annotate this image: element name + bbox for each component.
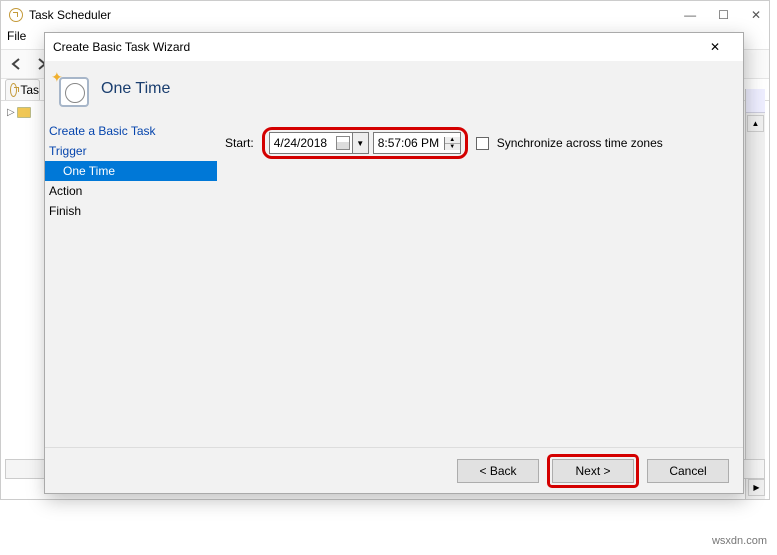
cancel-button[interactable]: Cancel (647, 459, 729, 483)
clock-icon (59, 77, 89, 107)
actions-pane-header (746, 89, 765, 113)
wizard-icon: ✦ (53, 71, 89, 107)
wizard-heading: One Time (101, 80, 170, 98)
sync-checkbox[interactable] (476, 137, 489, 150)
time-input[interactable] (374, 134, 444, 152)
main-window-titlebar: Task Scheduler — ☐ ✕ (1, 1, 769, 29)
wizard-nav: Create a Basic Task Trigger One Time Act… (45, 117, 217, 447)
tree-item-library[interactable]: ▷ (7, 107, 47, 118)
date-picker[interactable]: ▼ (269, 132, 369, 154)
sync-label: Synchronize across time zones (497, 136, 663, 150)
wizard-close-button[interactable]: ✕ (695, 40, 735, 54)
triangle-up-icon: ▲ (752, 119, 760, 128)
date-dropdown-button[interactable]: ▼ (352, 133, 368, 153)
calendar-icon (336, 136, 350, 150)
tab-label: Tas (20, 83, 39, 97)
wizard-header: ✦ One Time (45, 61, 743, 117)
wizard-dialog: Create Basic Task Wizard ✕ ✦ One Time Cr… (44, 32, 744, 494)
start-label: Start: (225, 136, 254, 150)
triangle-right-icon: ▶ (753, 483, 759, 492)
wizard-title-text: Create Basic Task Wizard (53, 40, 190, 54)
tab-task-scheduler[interactable]: Tas (5, 79, 40, 100)
next-button[interactable]: Next > (552, 459, 634, 483)
date-input[interactable] (270, 134, 334, 152)
time-picker[interactable]: ▲ ▼ (373, 132, 461, 154)
nav-one-time[interactable]: One Time (45, 161, 217, 181)
scroll-up-button[interactable]: ▲ (747, 115, 764, 132)
spin-up-icon[interactable]: ▲ (445, 137, 460, 144)
time-spinner[interactable]: ▲ ▼ (444, 137, 460, 150)
scroll-right-button[interactable]: ▶ (748, 479, 765, 496)
start-row: Start: ▼ ▲ ▼ S (225, 127, 735, 159)
folder-icon (17, 107, 31, 118)
nav-finish: Finish (45, 201, 217, 221)
main-window-title: Task Scheduler (29, 8, 111, 22)
wizard-titlebar: Create Basic Task Wizard ✕ (45, 33, 743, 61)
nav-back-icon[interactable] (7, 54, 27, 74)
wizard-body: Create a Basic Task Trigger One Time Act… (45, 117, 743, 447)
wizard-footer: < Back Next > Cancel (45, 447, 743, 493)
minimize-icon[interactable]: — (684, 8, 696, 22)
nav-action: Action (45, 181, 217, 201)
highlight-next: Next > (547, 454, 639, 488)
watermark: wsxdn.com (712, 535, 767, 547)
back-button[interactable]: < Back (457, 459, 539, 483)
spin-down-icon[interactable]: ▼ (445, 144, 460, 150)
app-icon (9, 8, 23, 22)
tree-caret-icon: ▷ (7, 107, 15, 118)
clock-icon (10, 83, 17, 97)
tree-view: ▷ (7, 107, 47, 118)
wizard-content: Start: ▼ ▲ ▼ S (217, 117, 743, 447)
highlight-datetime: ▼ ▲ ▼ (262, 127, 468, 159)
nav-create-basic-task[interactable]: Create a Basic Task (45, 121, 217, 141)
actions-pane: ▲ ▶ (745, 89, 765, 499)
nav-trigger[interactable]: Trigger (45, 141, 217, 161)
maximize-icon[interactable]: ☐ (718, 8, 729, 22)
menu-file[interactable]: File (7, 29, 26, 43)
close-icon[interactable]: ✕ (751, 8, 761, 22)
